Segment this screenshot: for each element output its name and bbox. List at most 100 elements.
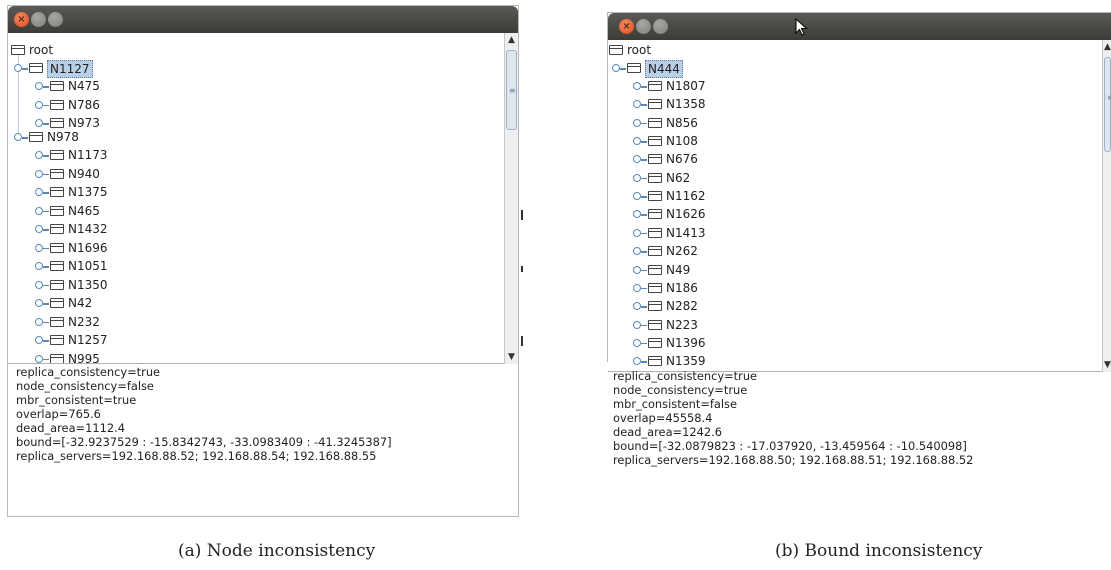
expand-handle-icon[interactable] — [633, 265, 641, 274]
expand-handle-icon[interactable] — [14, 64, 22, 72]
tree-node-label: N995 — [68, 351, 100, 364]
tree-node-child[interactable]: N1358 — [633, 95, 743, 113]
tree-node-child[interactable]: N1350 — [35, 276, 145, 294]
expand-handle-icon[interactable] — [35, 280, 43, 289]
tree-node-label: N42 — [68, 296, 93, 310]
expand-handle-icon[interactable] — [35, 243, 43, 252]
expand-handle-icon[interactable] — [35, 151, 43, 159]
tree-node-child[interactable]: N108 — [633, 132, 743, 150]
scroll-up-arrow-icon[interactable]: ▲ — [505, 33, 518, 47]
expand-handle-icon[interactable] — [633, 357, 641, 366]
tree-node-child[interactable]: N676 — [633, 150, 743, 168]
bound-text: bound=[-32.0879823 : -17.037920, -13.459… — [613, 439, 967, 453]
tree-node-child[interactable]: N465 — [35, 202, 145, 220]
tree-node-sibling[interactable]: N978 — [8, 128, 128, 146]
scroll-thumb[interactable]: ≡ — [1104, 57, 1111, 152]
expand-handle-icon[interactable] — [633, 173, 641, 182]
tree-node-child[interactable]: N1396 — [633, 334, 743, 352]
tree-node-child[interactable]: N1696 — [35, 239, 145, 257]
tree-node-selected[interactable]: N444 — [608, 59, 728, 78]
expand-handle-icon[interactable] — [35, 225, 43, 233]
tree-node-child[interactable]: N786 — [35, 96, 145, 114]
expand-handle-icon[interactable] — [14, 133, 22, 141]
maximize-window-button[interactable] — [48, 12, 63, 27]
expand-handle-icon[interactable] — [35, 262, 43, 270]
close-window-button[interactable]: × — [14, 12, 29, 27]
maximize-window-button[interactable] — [653, 19, 668, 34]
expand-handle-icon[interactable] — [633, 320, 641, 329]
tree-node-child[interactable]: N1375 — [35, 183, 145, 201]
tree-node-child[interactable]: N1162 — [633, 187, 743, 205]
expand-handle-icon[interactable] — [633, 283, 641, 292]
folder-icon — [648, 319, 662, 330]
expand-handle-icon[interactable] — [633, 82, 641, 90]
expand-handle-icon[interactable] — [35, 188, 43, 196]
tree-node-child[interactable]: N1626 — [633, 205, 743, 223]
vertical-scrollbar[interactable]: ▲ ≡ ▼ — [504, 33, 518, 364]
tree-node-child[interactable]: N1432 — [35, 220, 145, 238]
tree-node-child[interactable]: N995 — [35, 350, 145, 364]
tree-node-label: N1127 — [47, 60, 93, 78]
tree-node-child[interactable]: N62 — [633, 169, 743, 187]
expand-handle-icon[interactable] — [633, 155, 641, 164]
tree-node-label: N282 — [666, 299, 698, 314]
expand-handle-icon[interactable] — [633, 192, 641, 201]
tree-node-child[interactable]: N1359 — [633, 352, 743, 370]
expand-handle-icon[interactable] — [35, 82, 43, 90]
scroll-down-arrow-icon[interactable]: ▼ — [505, 350, 518, 364]
overlap-text: overlap=765.6 — [16, 407, 101, 421]
close-window-button[interactable]: × — [619, 19, 634, 34]
tree-node-child[interactable]: N1807 — [633, 77, 743, 95]
expand-handle-icon[interactable] — [633, 247, 641, 256]
tree-node-child[interactable]: N232 — [35, 313, 145, 331]
minimize-window-button[interactable] — [31, 12, 46, 27]
scroll-thumb[interactable]: ≡ — [506, 50, 517, 130]
expand-handle-icon[interactable] — [35, 119, 43, 127]
tree-node-child[interactable]: N856 — [633, 114, 743, 132]
stray-mark — [521, 266, 523, 272]
tree-node-label: root — [627, 43, 652, 57]
expand-handle-icon[interactable] — [633, 338, 641, 347]
expand-handle-icon[interactable] — [633, 118, 641, 127]
replica-consistency-text: replica_consistency=true — [16, 365, 161, 379]
tree-node-child[interactable]: N282 — [633, 297, 743, 315]
tree-node-child[interactable]: N1173 — [35, 146, 145, 164]
expand-handle-icon[interactable] — [35, 336, 43, 344]
minimize-window-button[interactable] — [636, 19, 651, 34]
expand-handle-icon[interactable] — [35, 354, 43, 363]
folder-icon — [648, 337, 662, 348]
tree-node-root[interactable]: root — [608, 41, 688, 59]
tree-node-child[interactable]: N1257 — [35, 331, 145, 349]
expand-handle-icon[interactable] — [633, 137, 641, 146]
tree-node-child[interactable]: N1051 — [35, 257, 145, 275]
node-info-panel-b: replica_consistency=true node_consistenc… — [613, 369, 973, 467]
scroll-down-arrow-icon[interactable]: ▼ — [1103, 358, 1111, 372]
expand-handle-icon[interactable] — [633, 210, 641, 219]
expand-handle-icon[interactable] — [35, 206, 43, 215]
tree-view[interactable]: root N1127 N475 N786 N973 N978 N1173 N940 N1… — [8, 33, 504, 364]
expand-handle-icon[interactable] — [35, 299, 43, 307]
tree-node-child[interactable]: N475 — [35, 77, 145, 95]
expand-handle-icon[interactable] — [633, 302, 641, 311]
expand-handle-icon[interactable] — [612, 64, 620, 72]
expand-handle-icon[interactable] — [35, 100, 43, 109]
expand-handle-icon[interactable] — [633, 228, 641, 237]
tree-node-child[interactable]: N186 — [633, 279, 743, 297]
expand-handle-icon[interactable] — [35, 169, 43, 178]
vertical-scrollbar[interactable]: ▲ ≡ ▼ — [1102, 40, 1111, 372]
tree-node-root[interactable]: root — [8, 41, 88, 59]
tree-node-child[interactable]: N49 — [633, 261, 743, 279]
expand-handle-icon[interactable] — [633, 100, 641, 109]
handle-stem — [43, 86, 49, 88]
scroll-up-arrow-icon[interactable]: ▲ — [1103, 40, 1111, 54]
tree-view[interactable]: root N444 N1807 N1358 N856 N108 N676 N62 N1162… — [608, 40, 1104, 372]
tree-node-selected[interactable]: N1127 — [8, 59, 128, 78]
tree-node-child[interactable]: N223 — [633, 316, 743, 334]
tree-node-child[interactable]: N42 — [35, 294, 145, 312]
tree-node-child[interactable]: N262 — [633, 242, 743, 260]
tree-node-child[interactable]: N940 — [35, 165, 145, 183]
tree-node-child[interactable]: N1413 — [633, 224, 743, 242]
expand-handle-icon[interactable] — [35, 317, 43, 326]
folder-icon — [648, 117, 662, 128]
handle-stem — [43, 123, 49, 125]
